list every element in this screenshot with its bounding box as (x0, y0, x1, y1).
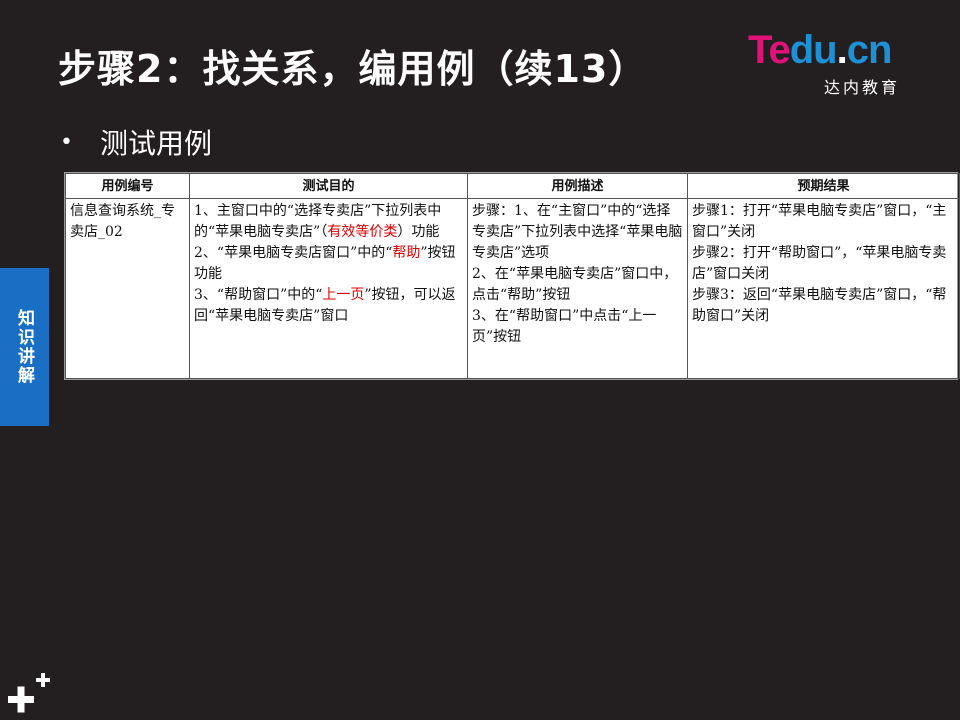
highlight-prev-page: 上一页 (322, 287, 365, 303)
bullet-text: 测试用例 (100, 127, 213, 160)
side-tab: 知识讲解 (0, 268, 49, 426)
cell-description: 步骤：1、在“主窗口”中的“选择专卖店”下拉列表中选择“苹果电脑专卖店”选项 2、… (467, 198, 688, 379)
table-row: 信息查询系统_专卖店_02 1、主窗口中的“选择专卖店”下拉列表中的“苹果电脑专… (65, 198, 960, 379)
bullet-icon: • (60, 129, 73, 155)
table-header-row: 用例编号 测试目的 用例描述 预期结果 (65, 173, 960, 199)
header-purpose: 测试目的 (189, 173, 468, 199)
highlight-help: 帮助 (392, 245, 421, 261)
cell-case-id: 信息查询系统_专卖店_02 (65, 198, 190, 379)
plus-cluster-icon (8, 673, 50, 713)
side-tab-label: 知识讲解 (14, 309, 34, 385)
header-expected: 预期结果 (687, 173, 960, 199)
bullet-item: • 测试用例 (60, 122, 212, 162)
slide-title: 步骤2：找关系，编用例（续13） (58, 47, 648, 91)
logo-subtitle: 达内教育 (824, 78, 901, 97)
highlight-valid-class: 有效等价类 (327, 224, 398, 240)
cell-expected: 步骤1：打开“苹果电脑专卖店”窗口，“主窗口”关闭 步骤2：打开“帮助窗口”，“苹… (687, 198, 960, 379)
header-description: 用例描述 (467, 173, 688, 199)
tedu-logo: Tedu.cn 达内教育 (748, 28, 928, 100)
cell-purpose: 1、主窗口中的“选择专卖店”下拉列表中的“苹果电脑专卖店”（有效等价类）功能 2、… (189, 198, 468, 379)
logo-wordmark: Tedu.cn (748, 28, 892, 72)
header-case-id: 用例编号 (65, 173, 190, 199)
test-case-table: 用例编号 测试目的 用例描述 预期结果 信息查询系统_专卖店_02 1、主窗口中… (64, 172, 960, 380)
